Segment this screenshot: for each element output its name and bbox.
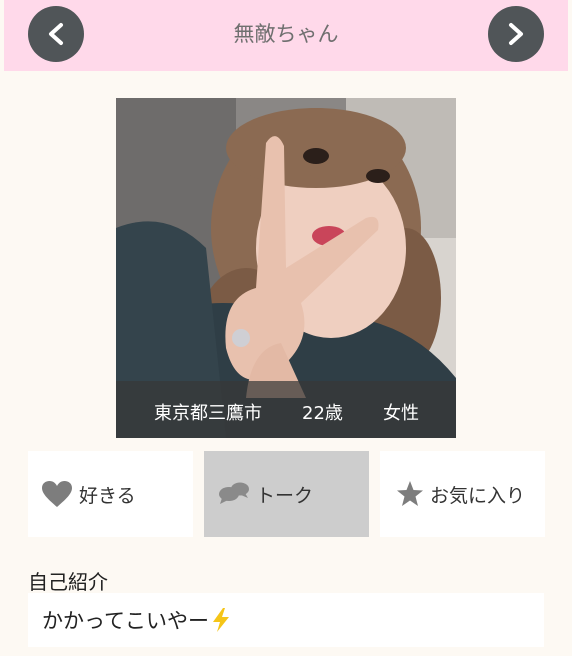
like-button-label: 好きる [79, 484, 136, 507]
profile-gender: 女性 [383, 403, 419, 424]
next-profile-button[interactable] [488, 6, 544, 62]
top-bar: 無敵ちゃん [4, 0, 568, 71]
intro-text: かかってこいやー [42, 609, 209, 633]
like-button[interactable]: 好きる [28, 451, 193, 537]
chevron-right-icon [509, 23, 523, 45]
lightning-icon [211, 607, 231, 633]
heart-icon [41, 480, 73, 508]
talk-button-label: トーク [256, 484, 314, 507]
favorite-button-label: お気に入り [430, 484, 526, 507]
intro-box: かかってこいやー [28, 593, 544, 647]
favorite-button[interactable]: お気に入り [380, 451, 545, 537]
talk-button[interactable]: トーク [204, 451, 369, 537]
star-icon [396, 480, 424, 508]
profile-age: 22歳 [302, 403, 343, 424]
intro-heading: 自己紹介 [28, 570, 108, 594]
profile-location: 東京都三鷹市 [154, 403, 262, 424]
page-title: 無敵ちゃん [233, 22, 339, 46]
chat-bubbles-icon [218, 481, 250, 507]
profile-photo[interactable]: 東京都三鷹市 22歳 女性 [116, 98, 456, 438]
profile-info-bar: 東京都三鷹市 22歳 女性 [116, 381, 456, 438]
